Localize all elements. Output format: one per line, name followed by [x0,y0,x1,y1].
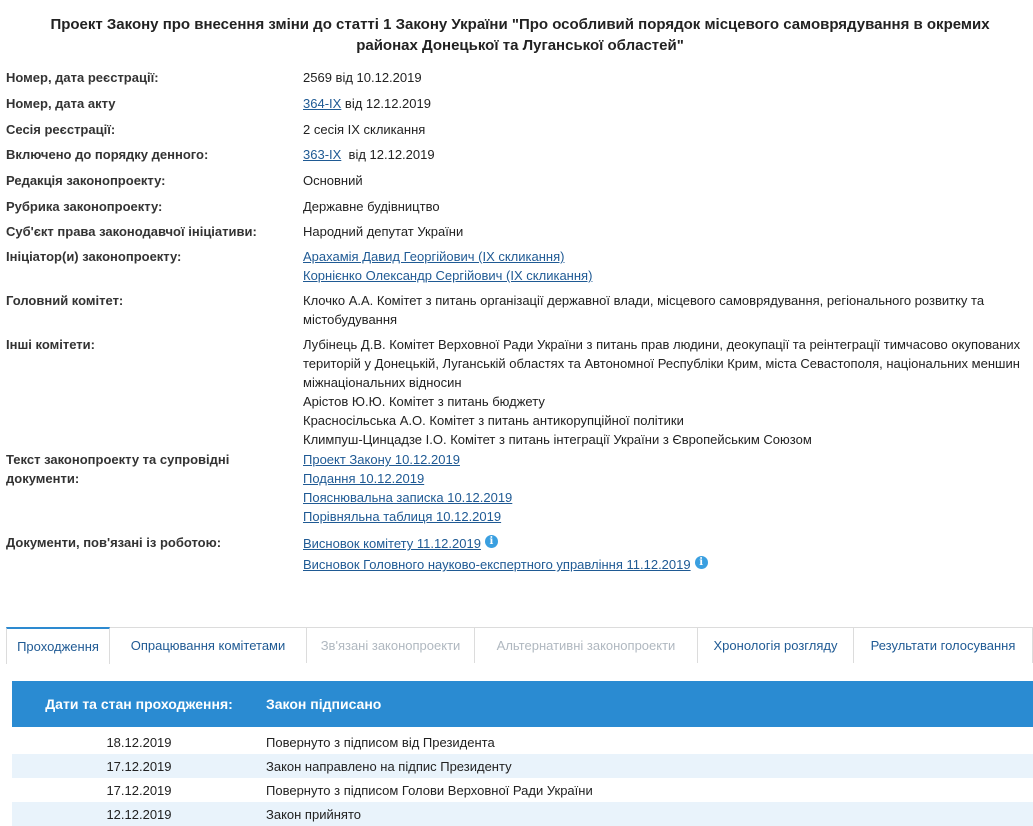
related-item: Висновок комітету 11.12.2019 i [303,533,1033,554]
table-row: 17.12.2019 Повернуто з підписом Голови В… [12,778,1033,802]
committee-line: Лубінець Д.В. Комітет Верховної Ради Укр… [303,337,1021,352]
field-label: Рубрика законопроекту: [6,199,163,214]
history-date: 17.12.2019 [106,758,172,774]
info-icon[interactable]: i [484,535,498,548]
agenda-date: від 12.12.2019 [341,147,435,162]
status-value: Закон підписано [266,696,382,712]
field-label: Номер, дата акту [6,96,116,111]
field-label: Текст законопроекту та супровідні докуме… [0,450,303,533]
field-value: Висновок комітету 11.12.2019 i Висновок Г… [303,533,1033,577]
field-label: Інші комітети: [6,337,95,352]
page-title: Проект Закону про внесення зміни до стат… [20,14,1020,56]
field-value: Проект Закону 10.12.2019 Подання 10.12.2… [303,450,1033,533]
tab-linked-bills: Зв'язані законопроекти [306,627,475,663]
row-main-committee: Головний комітет: Клочко А.А. Комітет з … [0,291,1033,335]
table-row: 12.12.2019 Закон прийнято [12,802,1033,826]
field-value: 2569 від 10.12.2019 [303,70,422,85]
field-label: Суб'єкт права законодавчої ініціативи: [6,224,257,239]
row-initiators: Ініціатор(и) законопроекту: Арахамія Дав… [0,247,1033,291]
bill-info: Номер, дата реєстрації: 2569 від 10.12.2… [0,68,1033,577]
main-committee-line: Клочко А.А. Комітет з питань організації… [303,293,985,308]
page-title-line-2: районах Донецької та Луганської областей… [356,37,684,54]
row-subject: Суб'єкт права законодавчої ініціативи: Н… [0,222,1033,247]
tab-chronology[interactable]: Хронологія розгляду [697,627,854,663]
history-date: 17.12.2019 [106,782,172,798]
row-registration: Номер, дата реєстрації: 2569 від 10.12.2… [0,68,1033,94]
status-label: Дати та стан проходження: [45,696,233,712]
row-session: Сесія реєстрації: 2 сесія IX скликання [0,120,1033,145]
field-label: Ініціатор(и) законопроекту: [6,249,182,264]
field-value: Клочко А.А. Комітет з питань організації… [303,291,1033,335]
act-link[interactable]: 364-IX [303,96,341,111]
field-label: Номер, дата реєстрації: [6,70,159,85]
tab-voting-results[interactable]: Результати голосування [853,627,1033,663]
row-act: Номер, дата акту 364-IX від 12.12.2019 [0,94,1033,120]
page-title-line-1: Проект Закону про внесення зміни до стат… [50,16,990,33]
history-text: Повернуто з підписом Голови Верховної Ра… [266,782,593,798]
history-date: 18.12.2019 [106,734,172,750]
row-related: Документи, пов'язані із роботою: Висново… [0,533,1033,577]
row-agenda: Включено до порядку денного: 363-IX від … [0,145,1033,171]
main-committee-line: містобудування [303,312,398,327]
document-link[interactable]: Висновок комітету 11.12.2019 [303,536,481,551]
history-text: Повернуто з підписом від Президента [266,734,495,750]
field-label: Документи, пов'язані із роботою: [6,535,222,550]
committee-line: Красносільська А.О. Комітет з питань ант… [303,413,684,428]
history-date: 12.12.2019 [106,806,172,822]
tab-committees[interactable]: Опрацювання комітетами [109,627,307,663]
committee-line: міжнаціональних відносин [303,375,462,390]
tab-progress[interactable]: Проходження [6,627,110,664]
committee-line: Климпуш-Цинцадзе І.О. Комітет з питань і… [303,432,812,447]
field-value: Народний депутат України [303,224,464,239]
field-label: Включено до порядку денного: [6,147,209,162]
field-value: Основний [303,173,363,188]
field-label: Головний комітет: [6,293,124,308]
document-link[interactable]: Проект Закону 10.12.2019 [303,450,1033,469]
tab-bar: Проходження Опрацювання комітетами Зв'яз… [6,627,1033,664]
history-text: Закон прийнято [266,806,361,822]
row-texts: Текст законопроекту та супровідні докуме… [0,450,1033,533]
field-value: 364-IX від 12.12.2019 [303,94,1033,120]
field-value: Державне будівництво [303,199,440,214]
history-table: 18.12.2019 Повернуто з підписом від През… [12,730,1033,826]
texts-label-line: Текст законопроекту та супровідні [6,452,230,467]
table-row: 18.12.2019 Повернуто з підписом від През… [12,730,1033,754]
table-row: 17.12.2019 Закон направлено на підпис Пр… [12,754,1033,778]
document-link[interactable]: Висновок Головного науково-експертного у… [303,557,691,572]
field-label: Сесія реєстрації: [6,122,116,137]
related-item: Висновок Головного науково-експертного у… [303,554,1033,575]
row-other-committees: Інші комітети: Лубінець Д.В. Комітет Вер… [0,335,1033,450]
texts-label-line: документи: [6,471,80,486]
initiator-link[interactable]: Арахамія Давид Георгійович (IX скликання… [303,247,1033,266]
row-edition: Редакція законопроекту: Основний [0,171,1033,197]
status-header: Дати та стан проходження: Закон підписан… [12,681,1033,727]
act-date: від 12.12.2019 [341,96,431,111]
history-text: Закон направлено на підпис Президенту [266,758,512,774]
field-value: Арахамія Давид Георгійович (IX скликання… [303,247,1033,291]
document-link[interactable]: Подання 10.12.2019 [303,469,1033,488]
committee-line: територій у Донецькій, Луганській област… [303,356,1020,371]
initiator-link[interactable]: Корнієнко Олександр Сергійович (IX склик… [303,266,1033,285]
document-link[interactable]: Порівняльна таблиця 10.12.2019 [303,507,1033,526]
info-icon[interactable]: i [694,556,708,569]
field-value: 363-IX від 12.12.2019 [303,145,1033,171]
field-value: Лубінець Д.В. Комітет Верховної Ради Укр… [303,335,1033,450]
agenda-link[interactable]: 363-IX [303,147,341,162]
document-link[interactable]: Пояснювальна записка 10.12.2019 [303,488,1033,507]
committee-line: Арістов Ю.Ю. Комітет з питань бюджету [303,394,545,409]
row-rubric: Рубрика законопроекту: Державне будівниц… [0,197,1033,222]
field-value: 2 сесія IX скликання [303,122,426,137]
field-label: Редакція законопроекту: [6,173,166,188]
tab-alternative-bills: Альтернативні законопроекти [474,627,698,663]
